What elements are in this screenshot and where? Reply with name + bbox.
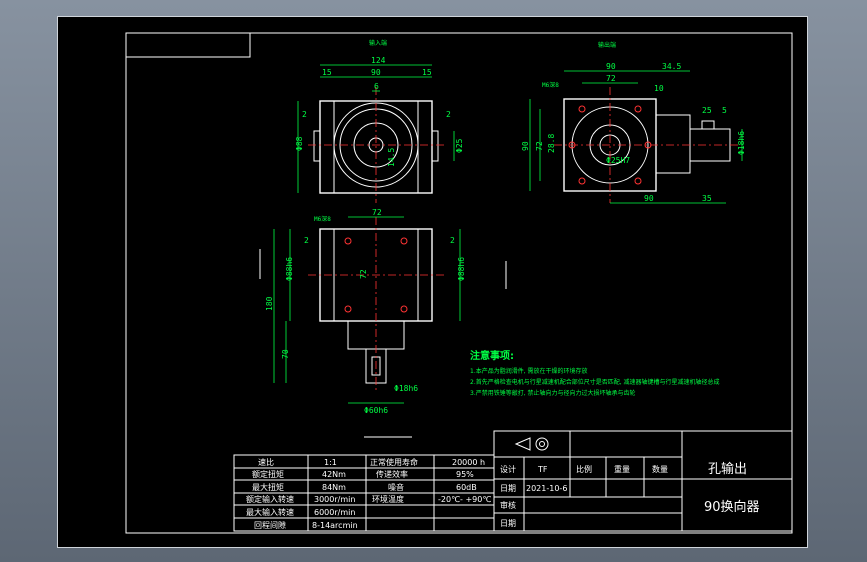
corner-label-box (125, 32, 251, 58)
date-label: 日期 (500, 484, 516, 493)
bottom-hole-2 (400, 237, 408, 245)
bottom-dim-right-dia: Φ88h6 (457, 257, 466, 281)
drawing-canvas: 输入端 124 15 90 15 6 2 2 Φ88 Φ25 14.5 输出端 (125, 32, 793, 534)
spec-value: 8-14arcmin (312, 521, 358, 530)
front-dim-gap-right: 2 (446, 110, 451, 119)
bottom-hole-1 (344, 237, 352, 245)
front-stub-left (313, 130, 321, 162)
spec-value: 84Nm (322, 483, 346, 492)
title-block-frame (493, 430, 793, 532)
date-value: 2021-10-6 (526, 484, 567, 493)
side-dim-shaft-dia: Φ18h6 (737, 131, 746, 155)
spec-value: 42Nm (322, 470, 346, 479)
review-label: 审核 (500, 500, 516, 510)
side-view: 输出端 90 34.5 M6深8 72 10 90 72 28.8 25 5 Φ… (521, 41, 746, 204)
front-dim-shaft: Φ25 (455, 138, 464, 153)
bottom-hole-3 (344, 305, 352, 313)
bottom-dim-inner: 72 (359, 269, 368, 279)
front-dim-body: 90 (371, 68, 381, 77)
weight-label: 重量 (614, 464, 630, 474)
spec-value: 95% (456, 470, 474, 479)
front-dim-key-depth: 14.5 (387, 148, 396, 167)
note-item-3: 3.严禁用铁锤等敲打, 禁止轴向力与径向力过大损坏轴承与齿轮 (470, 389, 636, 397)
bottom-dim-gap-left: 2 (304, 236, 309, 245)
spec-key: 速比 (258, 457, 274, 467)
side-hole-3 (578, 177, 586, 185)
note-item-1: 1.本产品为脂润滑件, 需放在干燥的环境存放 (470, 367, 588, 375)
quantity-label: 数量 (652, 464, 668, 474)
title-block: 设计 TF 比例 重量 数量 日期 2021-10-6 审核 日期 孔输出 90… (493, 430, 793, 532)
side-key (701, 120, 715, 130)
drawing-sheet: 输入端 124 15 90 15 6 2 2 Φ88 Φ25 14.5 输出端 (57, 16, 808, 548)
side-dim-tail: 35 (702, 194, 712, 203)
spec-value: 1:1 (324, 458, 337, 467)
front-dim-flange-left: 15 (322, 68, 332, 77)
side-dim-height: 90 (521, 141, 530, 151)
spec-key: 正常使用寿命 (370, 457, 418, 467)
spec-key: 最大扭矩 (252, 482, 284, 492)
side-hole-1 (578, 105, 586, 113)
bottom-dim-lower-height: 70 (281, 349, 290, 359)
side-flange (655, 114, 691, 174)
side-hole-4 (634, 177, 642, 185)
projection-symbol-cone (514, 437, 531, 451)
front-dim-key: 6 (374, 82, 379, 91)
design-label: 设计 (500, 464, 516, 474)
spec-table: 速比 1:1 正常使用寿命 20000 h 额定扭矩 42Nm 传递效率 95%… (233, 454, 495, 532)
side-hole-2 (634, 105, 642, 113)
side-dim-inner: 72 (535, 141, 544, 151)
bottom-dim-left-dia: Φ88h6 (285, 257, 294, 281)
side-dim-total: 90 (606, 62, 616, 71)
spec-key: 环境温度 (372, 494, 404, 504)
bottom-dim-width: 72 (372, 208, 382, 217)
bottom-thread-label: M6深8 (314, 215, 331, 223)
spec-key: 最大输入转速 (246, 507, 294, 517)
spec-key: 额定输入转速 (246, 494, 294, 504)
side-dim-center: 28.8 (547, 134, 556, 153)
side-dim-edge: 10 (654, 84, 664, 93)
notes-block: 注意事项: 1.本产品为脂润滑件, 需放在干燥的环境存放 2.首先严格检查电机与… (470, 349, 720, 397)
date-label-2: 日期 (500, 519, 516, 528)
spec-value: 3000r/min (314, 495, 355, 504)
bottom-view: M6深8 72 2 2 72 Φ88h6 Φ88h6 180 70 Φ18h6 … (259, 208, 507, 438)
bottom-hole-4 (400, 305, 408, 313)
side-dim-shaft-len: 25 (702, 106, 712, 115)
side-thread-label: M6深8 (542, 81, 559, 89)
side-dim-bore: Φ25H7 (606, 156, 630, 165)
bottom-dim-overall-height: 180 (265, 296, 274, 311)
side-dim-base-len: 90 (644, 194, 654, 203)
spec-value: 6000r/min (314, 508, 355, 517)
side-dim-bolt-pitch: 72 (606, 74, 616, 83)
bottom-dim-shaft-dia: Φ18h6 (394, 384, 418, 393)
spec-value: -20℃- +90℃ (438, 495, 491, 504)
front-view: 输入端 124 15 90 15 6 2 2 Φ88 Φ25 14.5 (295, 39, 464, 203)
front-dim-gap-left: 2 (302, 110, 307, 119)
designer-name: TF (537, 465, 548, 474)
front-stub-right (431, 130, 439, 162)
notes-title: 注意事项: (470, 349, 514, 362)
drawing-title-line2: 90换向器 (704, 499, 760, 515)
spec-key: 回程间隙 (254, 520, 286, 530)
note-item-2: 2.首先严格检查电机与行星减速机配合部位尺寸是否匹配, 减速器轴键槽与行星减速机… (470, 378, 720, 386)
spec-key: 传递效率 (376, 469, 408, 479)
spec-value: 60dB (456, 483, 477, 492)
input-view-label: 输入端 (369, 39, 387, 47)
front-dim-overall: 124 (371, 56, 386, 65)
spec-value: 20000 h (452, 458, 485, 467)
output-view-label: 输出端 (598, 41, 616, 49)
side-dim-offset: 34.5 (662, 62, 681, 71)
projection-symbol-circle (535, 437, 549, 451)
front-dim-height: Φ88 (295, 136, 304, 151)
bottom-dim-gap-right: 2 (450, 236, 455, 245)
drawing-title-line1: 孔输出 (708, 461, 747, 477)
scale-label: 比例 (576, 464, 592, 474)
side-dim-shaft-small: 5 (722, 106, 727, 115)
front-dim-flange-right: 15 (422, 68, 432, 77)
spec-key: 噪音 (388, 482, 404, 492)
spec-key: 额定扭矩 (252, 469, 284, 479)
bottom-dim-base-dia: Φ60h6 (364, 406, 388, 415)
